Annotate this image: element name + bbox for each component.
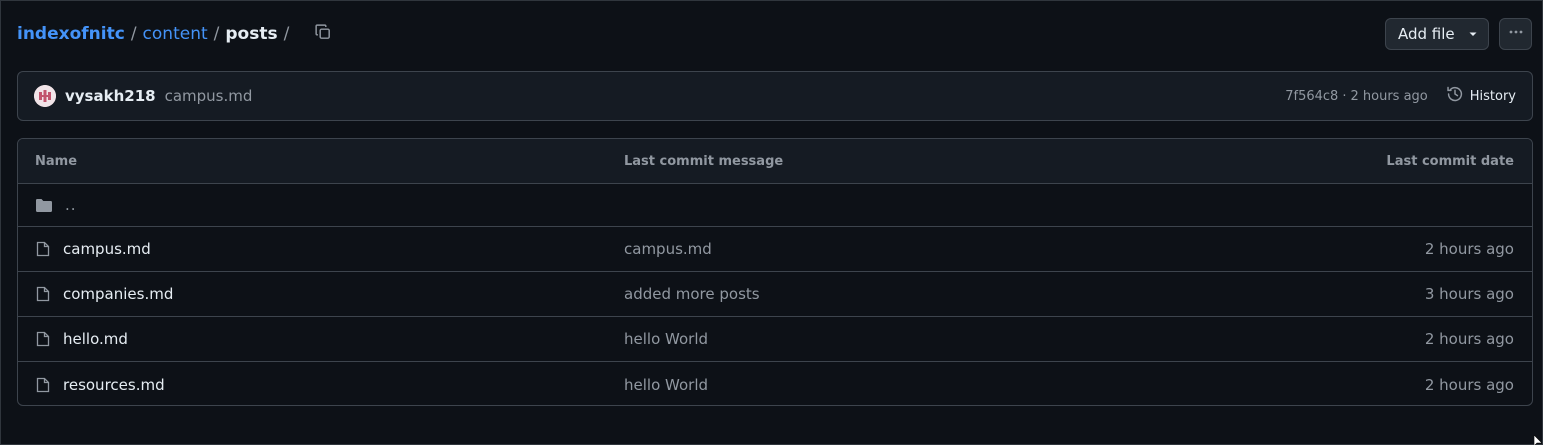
avatar[interactable] — [34, 85, 56, 107]
file-name-cell: companies.md — [18, 285, 624, 303]
commit-author-link[interactable]: vysakh218 — [65, 87, 156, 105]
commit-date-cell: 2 hours ago — [1424, 240, 1514, 258]
commit-message-link[interactable]: hello World — [624, 330, 708, 348]
history-button[interactable]: History — [1446, 85, 1516, 107]
parent-directory-row[interactable]: .. — [18, 184, 1532, 227]
table-row: campus.md campus.md 2 hours ago — [18, 227, 1532, 272]
commit-date-cell: 2 hours ago — [1424, 330, 1514, 348]
file-name-cell: resources.md — [18, 376, 624, 394]
commit-message-cell: campus.md — [624, 240, 1232, 258]
header-actions: Add file — [1385, 18, 1532, 50]
history-icon — [1446, 85, 1464, 107]
commit-message-link[interactable]: campus.md — [165, 87, 253, 105]
file-name-link[interactable]: hello.md — [63, 330, 128, 348]
breadcrumb: indexofnitc / content / posts / — [17, 15, 295, 53]
file-name-link[interactable]: companies.md — [63, 285, 173, 303]
file-browser-page: indexofnitc / content / posts / Add file — [0, 0, 1543, 445]
file-name-cell: hello.md — [18, 330, 624, 348]
table-row: companies.md added more posts 3 hours ag… — [18, 272, 1532, 317]
history-label: History — [1469, 88, 1516, 104]
commit-sha-link[interactable]: 7f564c8 — [1285, 89, 1338, 104]
file-icon — [35, 241, 51, 257]
more-options-button[interactable] — [1499, 18, 1532, 50]
commit-message-link[interactable]: campus.md — [624, 240, 712, 258]
breadcrumb-separator: / — [130, 24, 137, 44]
kebab-horizontal-icon — [1508, 24, 1524, 44]
mouse-cursor-icon — [1533, 432, 1543, 445]
file-name-link[interactable]: resources.md — [63, 376, 165, 394]
commit-time: 2 hours ago — [1350, 88, 1428, 104]
commit-message-cell: hello World — [624, 376, 1232, 394]
triangle-down-icon — [1468, 25, 1478, 43]
column-header-message: Last commit message — [624, 153, 784, 169]
table-header: Name Last commit message Last commit dat… — [18, 139, 1532, 184]
breadcrumb-current: posts — [225, 24, 278, 44]
page-header: indexofnitc / content / posts / Add file — [17, 15, 1532, 53]
add-file-button[interactable]: Add file — [1385, 18, 1489, 50]
commit-meta-separator: · — [1342, 88, 1347, 104]
commit-meta: 7f564c8 · 2 hours ago History — [1285, 85, 1516, 107]
file-name-cell: campus.md — [18, 240, 624, 258]
add-file-label: Add file — [1398, 25, 1455, 43]
parent-directory-link[interactable]: .. — [65, 196, 77, 214]
commit-date-cell: 3 hours ago — [1424, 285, 1514, 303]
commit-message-link[interactable]: added more posts — [624, 285, 760, 303]
folder-icon — [35, 197, 53, 213]
file-table: Name Last commit message Last commit dat… — [17, 138, 1533, 406]
column-header-name: Name — [35, 153, 78, 169]
breadcrumb-folder-link[interactable]: content — [143, 24, 208, 44]
commit-message-link[interactable]: hello World — [624, 376, 708, 394]
breadcrumb-repo-link[interactable]: indexofnitc — [17, 24, 125, 44]
table-row: hello.md hello World 2 hours ago — [18, 317, 1532, 362]
latest-commit-bar: vysakh218 campus.md 7f564c8 · 2 hours ag… — [17, 71, 1533, 121]
file-icon — [35, 377, 51, 393]
commit-message-cell: hello World — [624, 330, 1232, 348]
table-row: resources.md hello World 2 hours ago — [18, 362, 1532, 405]
copy-icon — [314, 23, 332, 45]
breadcrumb-separator: / — [283, 24, 290, 44]
parent-directory-cell: .. — [18, 196, 624, 214]
file-icon — [35, 286, 51, 302]
column-header-date: Last commit date — [1386, 153, 1514, 169]
commit-message-cell: added more posts — [624, 285, 1232, 303]
breadcrumb-separator: / — [213, 24, 220, 44]
copy-path-button[interactable] — [309, 20, 337, 48]
file-name-link[interactable]: campus.md — [63, 240, 151, 258]
file-icon — [35, 331, 51, 347]
commit-date-cell: 2 hours ago — [1424, 375, 1514, 394]
